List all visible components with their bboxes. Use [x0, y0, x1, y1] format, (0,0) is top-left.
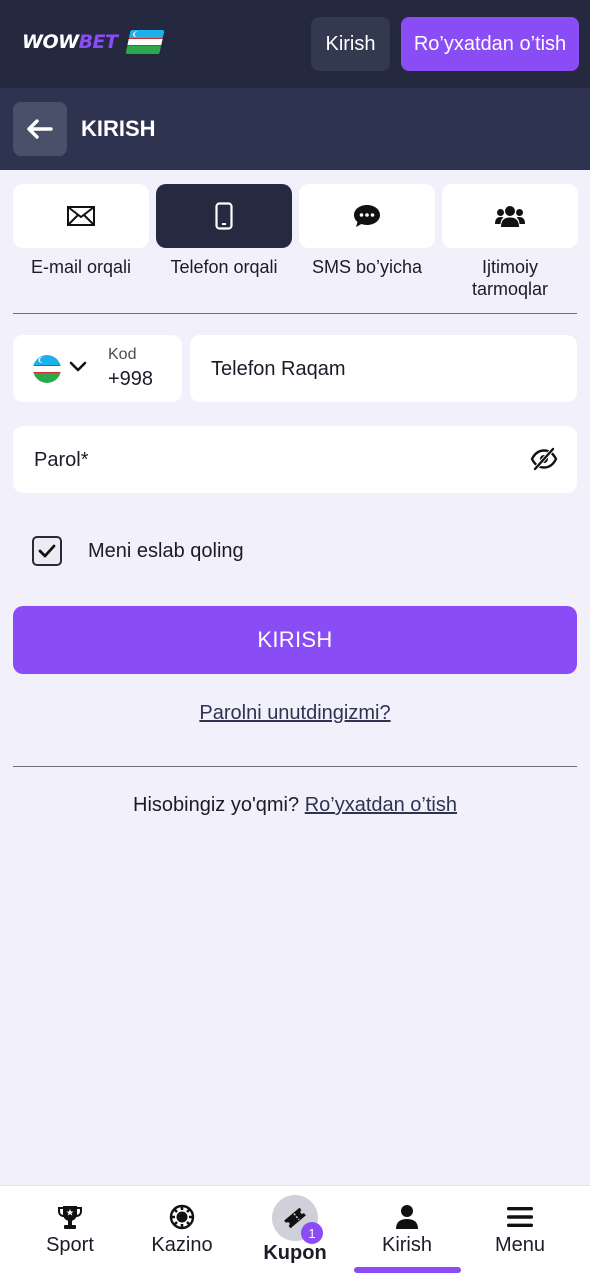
- tab-phone-label: Telefon orqali: [170, 257, 278, 277]
- nav-kazino[interactable]: Kazino: [126, 1186, 238, 1280]
- chevron-down-icon: [69, 361, 87, 372]
- login-submit-button[interactable]: KIRISH: [13, 606, 577, 674]
- page-title: KIRISH: [81, 116, 156, 141]
- users-icon: [495, 206, 525, 227]
- nav-kupon-label: Kupon: [263, 1242, 327, 1264]
- tab-social[interactable]: [442, 184, 578, 248]
- country-code-label: Kod: [108, 346, 137, 363]
- phone-number-placeholder: Telefon Raqam: [211, 358, 346, 380]
- uzbekistan-flag-icon: [124, 30, 165, 54]
- eye-slash-icon[interactable]: [530, 447, 558, 471]
- back-button[interactable]: [13, 102, 67, 156]
- checkmark-icon: [38, 544, 56, 558]
- logo-wow: WOW: [22, 31, 79, 53]
- password-input[interactable]: Parol*: [13, 426, 577, 493]
- tab-sms-label: SMS bo’yicha: [311, 257, 423, 277]
- envelope-icon: [67, 206, 95, 226]
- kupon-count-badge: 1: [301, 1222, 323, 1244]
- remember-me-checkbox[interactable]: [32, 536, 62, 566]
- tab-email[interactable]: [13, 184, 149, 248]
- nav-menu-label: Menu: [494, 1234, 546, 1256]
- nav-kazino-label: Kazino: [151, 1234, 213, 1256]
- forgot-password-link[interactable]: Parolni unutdingizmi?: [199, 702, 390, 724]
- divider: [13, 313, 577, 314]
- country-code-select[interactable]: Kod +998: [13, 335, 182, 402]
- logo-bet: BET: [78, 31, 118, 53]
- arrow-left-icon: [27, 119, 53, 139]
- wowbet-logo[interactable]: WOWBET: [22, 30, 165, 54]
- no-account-row: Hisobingiz yo'qmi? Ro’yxatdan o’tish: [0, 794, 590, 817]
- smartphone-icon: [215, 202, 233, 230]
- password-placeholder: Parol*: [34, 449, 89, 471]
- header-register-button[interactable]: Ro’yxatdan o’tish: [401, 17, 579, 71]
- trophy-icon: [57, 1204, 83, 1230]
- chat-bubble-icon: [354, 205, 380, 227]
- top-bar: WOWBET Kirish Ro’yxatdan o’tish: [0, 0, 590, 88]
- divider: [13, 766, 577, 767]
- no-account-text: Hisobingiz yo'qmi?: [133, 794, 300, 816]
- forgot-password-row: Parolni unutdingizmi?: [0, 702, 590, 725]
- uzbekistan-flag-icon: [33, 355, 61, 383]
- register-link[interactable]: Ro’yxatdan o’tish: [305, 794, 457, 816]
- user-icon: [394, 1204, 420, 1230]
- nav-kupon[interactable]: 1 Kupon: [239, 1186, 351, 1280]
- active-tab-indicator: [354, 1267, 461, 1273]
- tab-phone[interactable]: [156, 184, 292, 248]
- nav-sport[interactable]: Sport: [14, 1186, 126, 1280]
- nav-sport-label: Sport: [46, 1234, 94, 1256]
- casino-chip-icon: [169, 1204, 195, 1230]
- nav-menu[interactable]: Menu: [464, 1186, 576, 1280]
- tab-sms[interactable]: [299, 184, 435, 248]
- nav-kirish[interactable]: Kirish: [351, 1186, 463, 1280]
- bottom-navigation: Sport Kazino 1 Kupon Kirish Menu: [0, 1185, 590, 1280]
- tab-email-label: E-mail orqali: [30, 257, 132, 277]
- nav-kirish-label: Kirish: [381, 1234, 432, 1256]
- tab-social-label: Ijtimoiy tarmoqlar: [471, 257, 549, 299]
- remember-me-label[interactable]: Meni eslab qoling: [88, 540, 244, 563]
- country-code-value: +998: [108, 368, 154, 390]
- phone-number-input[interactable]: Telefon Raqam: [190, 335, 577, 402]
- header-login-button[interactable]: Kirish: [311, 17, 390, 71]
- logo-text: WOWBET: [22, 31, 118, 53]
- hamburger-icon: [507, 1204, 533, 1230]
- page-header: KIRISH: [0, 88, 590, 170]
